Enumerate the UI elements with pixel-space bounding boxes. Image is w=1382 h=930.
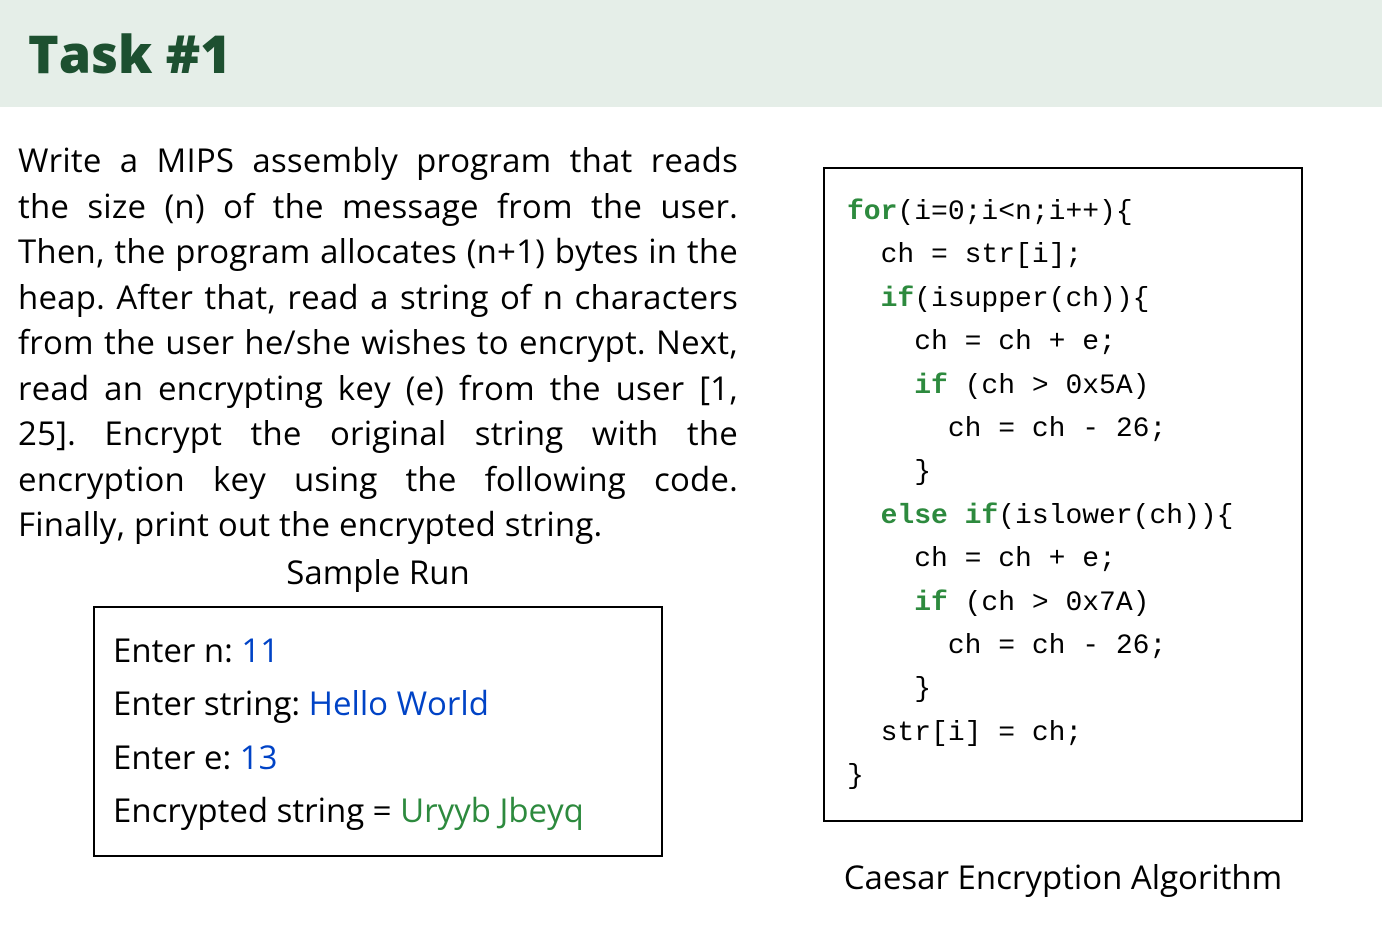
sample-line-2: Enter string: Hello World	[113, 676, 643, 729]
task-description: Write a MIPS assembly program that reads…	[18, 137, 738, 547]
prompt-encrypted: Encrypted string =	[113, 787, 400, 832]
header-bar: Task #1	[0, 0, 1382, 107]
code-text: (islower(ch)){	[998, 501, 1233, 532]
right-column: for(i=0;i<n;i++){ ch = str[i]; if(isuppe…	[823, 137, 1303, 899]
prompt-string: Enter string:	[113, 680, 309, 725]
code-box: for(i=0;i<n;i++){ ch = str[i]; if(isuppe…	[823, 167, 1303, 822]
keyword-if: if	[847, 371, 948, 402]
code-caption: Caesar Encryption Algorithm	[823, 854, 1303, 899]
code-text: }	[847, 674, 931, 705]
value-n: 11	[241, 627, 279, 672]
value-encrypted: Uryyb Jbeyq	[400, 787, 584, 832]
code-text: (i=0;i<n;i++){	[897, 197, 1132, 228]
code-text: ch = ch + e;	[847, 544, 1116, 575]
task-title: Task #1	[28, 18, 1354, 89]
code-text: (isupper(ch)){	[914, 284, 1149, 315]
code-text: }	[847, 457, 931, 488]
sample-line-3: Enter e: 13	[113, 730, 643, 783]
value-string: Hello World	[309, 680, 489, 725]
code-text: ch = ch + e;	[847, 327, 1116, 358]
code-text: }	[847, 761, 864, 792]
code-text: ch = ch - 26;	[847, 631, 1166, 662]
sample-line-1: Enter n: 11	[113, 623, 643, 676]
keyword-for: for	[847, 197, 897, 228]
content-area: Write a MIPS assembly program that reads…	[0, 107, 1382, 899]
code-text: ch = str[i];	[847, 240, 1082, 271]
code-text: (ch > 0x7A)	[948, 588, 1150, 619]
keyword-else: else	[847, 501, 965, 532]
code-text: str[i] = ch;	[847, 718, 1082, 749]
sample-line-4: Encrypted string = Uryyb Jbeyq	[113, 783, 643, 836]
code-text: ch = ch - 26;	[847, 414, 1166, 445]
keyword-if: if	[847, 588, 948, 619]
value-e: 13	[240, 734, 278, 779]
sample-run-title: Sample Run	[18, 549, 738, 594]
prompt-n: Enter n:	[113, 627, 241, 672]
code-text: (ch > 0x5A)	[948, 371, 1150, 402]
left-column: Write a MIPS assembly program that reads…	[18, 137, 738, 899]
prompt-e: Enter e:	[113, 734, 240, 779]
sample-run-box: Enter n: 11 Enter string: Hello World En…	[93, 606, 663, 857]
keyword-if: if	[965, 501, 999, 532]
keyword-if: if	[847, 284, 914, 315]
